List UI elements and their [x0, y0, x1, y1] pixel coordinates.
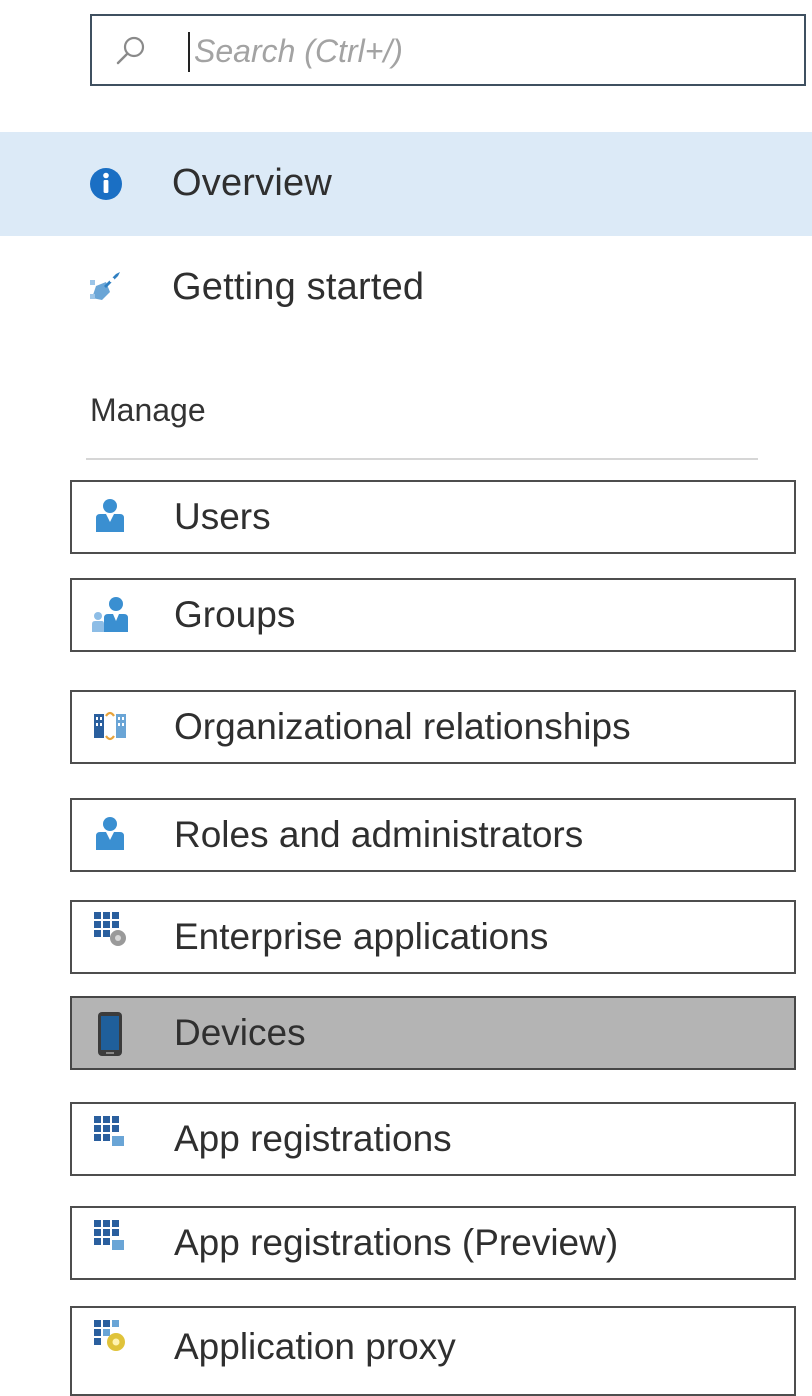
user-icon	[96, 499, 124, 532]
manage-item-label: Application proxy	[174, 1326, 456, 1367]
rocket-icon	[90, 272, 120, 300]
manage-item-enterprise-applications[interactable]: Enterprise applications	[70, 900, 796, 974]
section-divider	[86, 458, 758, 460]
org-relationships-icon	[94, 711, 126, 741]
section-header-manage: Manage	[90, 392, 206, 428]
manage-item-users[interactable]: Users	[70, 480, 796, 554]
manage-item-roles-and-administrators[interactable]: Roles and administrators	[70, 798, 796, 872]
roles-icon	[96, 817, 124, 850]
text-caret	[188, 32, 190, 72]
search-box[interactable]	[90, 14, 806, 86]
nav-item-overview[interactable]: Overview	[0, 132, 812, 236]
enterprise-apps-icon	[94, 912, 126, 946]
manage-item-devices[interactable]: Devices	[70, 996, 796, 1070]
app-registrations-icon	[94, 1116, 124, 1146]
nav-item-getting-started[interactable]: Getting started	[0, 236, 812, 340]
manage-item-label: Roles and administrators	[174, 814, 584, 855]
info-icon	[90, 168, 122, 200]
manage-item-label: Devices	[174, 1012, 306, 1053]
nav-item-label: Getting started	[172, 266, 425, 308]
manage-item-app-registrations[interactable]: App registrations	[70, 1102, 796, 1176]
manage-item-groups[interactable]: Groups	[70, 578, 796, 652]
manage-item-label: App registrations (Preview)	[174, 1222, 619, 1263]
search-icon	[116, 36, 145, 65]
app-proxy-icon	[94, 1320, 125, 1351]
manage-item-label: Users	[174, 496, 271, 537]
manage-item-label: App registrations	[174, 1118, 452, 1159]
app-registrations-preview-icon	[94, 1220, 124, 1250]
manage-item-application-proxy[interactable]: Application proxy	[70, 1306, 796, 1396]
group-icon	[92, 597, 128, 632]
manage-item-app-registrations-preview[interactable]: App registrations (Preview)	[70, 1206, 796, 1280]
search-input[interactable]	[194, 26, 754, 76]
nav-item-label: Overview	[172, 162, 332, 204]
manage-item-label: Organizational relationships	[174, 706, 631, 747]
manage-item-label: Groups	[174, 594, 296, 635]
manage-item-label: Enterprise applications	[174, 916, 549, 957]
device-icon	[98, 1012, 122, 1056]
manage-item-organizational-relationships[interactable]: Organizational relationships	[70, 690, 796, 764]
